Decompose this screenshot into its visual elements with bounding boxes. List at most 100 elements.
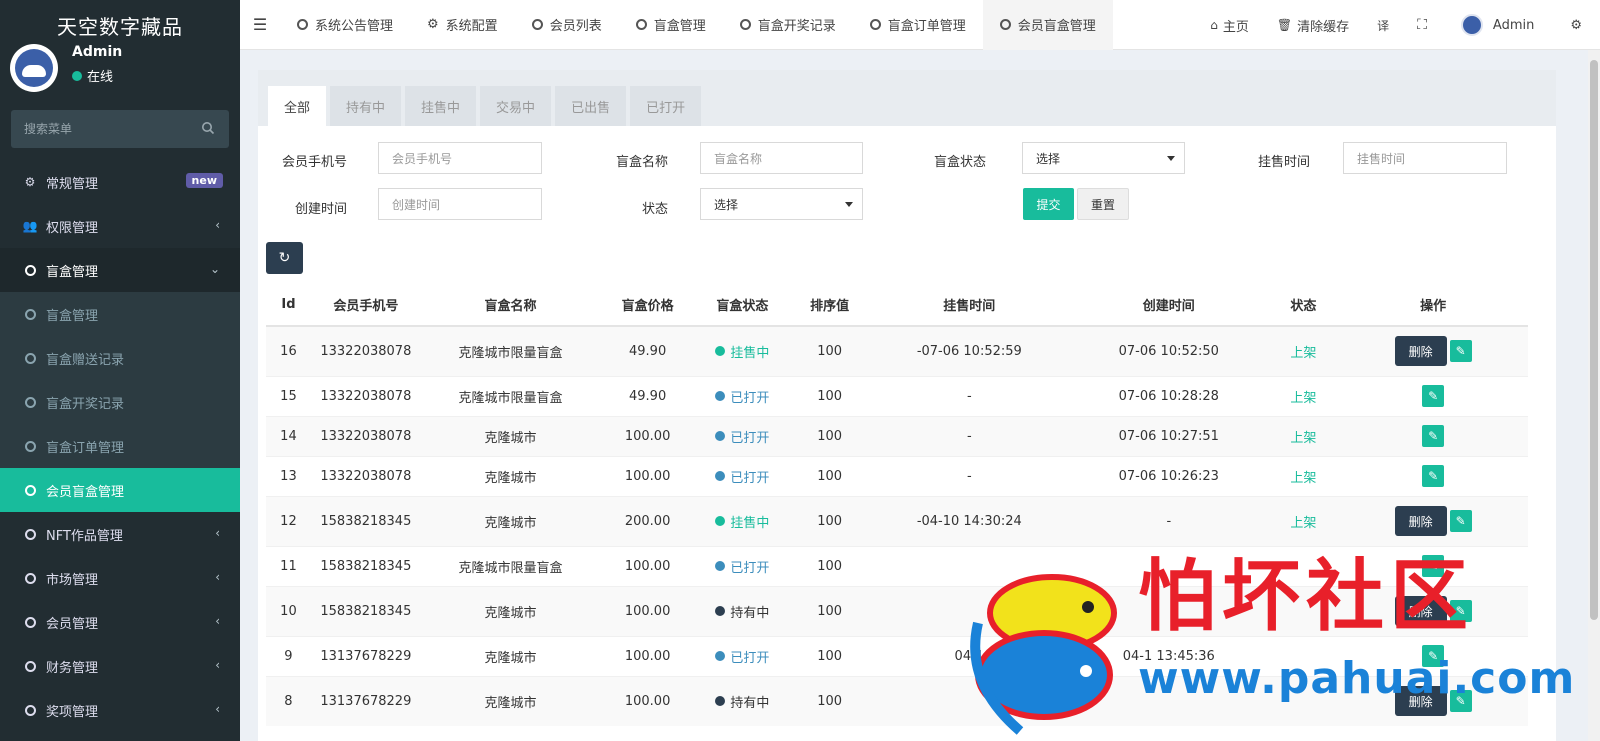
cell-status: 已打开 [695,635,790,676]
refresh-button[interactable]: ↻ [266,242,303,274]
menu-toggle-icon[interactable]: ☰ [240,0,280,50]
edit-button[interactable]: ✎ [1449,690,1472,713]
top-tab[interactable]: 盲盒订单管理 [853,0,983,50]
brand-logo[interactable]: 天空数字藏品 [0,0,240,50]
cell-sale-time: - [869,375,1070,416]
main-content: 全部 持有中 挂售中 交易中 已出售 已打开 会员手机号 会员手机号 盲盒名称 盲盒名称 … [258,70,1556,741]
sale-time-input[interactable]: 挂售时间 [1343,142,1507,174]
filter-tab[interactable]: 挂售中 [405,86,477,126]
sidebar-item[interactable]: NFT作品管理 ‹ [0,512,240,556]
cell-sale-time: - [869,455,1070,496]
cell-name: 克隆城市 [420,585,601,636]
scrollbar[interactable] [1588,50,1600,741]
edit-button[interactable]: ✎ [1449,510,1472,532]
sidebar-item[interactable]: 会员盲盒管理 [0,468,240,512]
cell-actions: ✎ [1338,415,1528,456]
submit-button[interactable]: 提交 [1023,188,1074,220]
cell-id: 11 [266,545,311,586]
user-panel: Admin 在线 [0,44,240,110]
sidebar-item[interactable]: 盲盒赠送记录 [0,336,240,380]
sidebar-item[interactable]: 盲盒开奖记录 [0,380,240,424]
translate-icon: 译 [1377,18,1390,33]
edit-button[interactable]: ✎ [1449,340,1472,363]
edit-button[interactable]: ✎ [1422,425,1445,447]
status-dot-icon [715,391,726,401]
delete-button[interactable]: 删除 [1394,686,1447,717]
top-navbar: ☰ 系统公告管理 ⚙ 系统配置 会员列表 盲盒管理 盲盒开奖记录 盲盒订单管理 会员盲盒管理 … [240,0,1600,50]
delete-button[interactable]: 删除 [1394,336,1447,367]
table-header: Id 会员手机号 盲盒名称 盲盒价格 盲盒状态 排序值 挂售时间 创建时间 状态 操作 [266,284,1528,327]
top-tab-label: 系统公告管理 [315,19,394,34]
status-dot-icon [715,471,726,481]
sidebar-item-label: 市场管理 [46,572,99,588]
filter-tab[interactable]: 全部 [268,86,327,126]
cell-price: 100.00 [600,545,696,586]
sidebar-item[interactable]: 盲盒管理 ⌄ [0,248,240,292]
cell-sort: 100 [789,585,870,636]
edit-button[interactable]: ✎ [1422,465,1445,487]
cell-price: 100.00 [600,675,696,726]
cell-name: 克隆城市限量盲盒 [420,545,601,586]
cell-actions: ✎ [1338,375,1528,416]
edit-button[interactable]: ✎ [1422,385,1445,407]
sidebar-search-input[interactable] [11,110,229,148]
sidebar-item[interactable]: 会员管理 ‹ [0,600,240,644]
status-select[interactable]: 选择 [700,188,863,220]
cell-name: 克隆城市限量盲盒 [420,325,601,376]
top-tab[interactable]: 盲盒开奖记录 [723,0,853,50]
delete-button[interactable]: 删除 [1394,506,1447,536]
sidebar-item[interactable]: 市场管理 ‹ [0,556,240,600]
chevron-left-icon: ‹ [215,658,220,672]
reset-button[interactable]: 重置 [1077,188,1129,220]
sidebar-item[interactable]: 财务管理 ‹ [0,644,240,688]
filter-tab[interactable]: 已打开 [630,86,702,126]
search-icon[interactable] [201,121,215,135]
filter-tab[interactable]: 交易中 [480,86,552,126]
table-row: 10 15838218345 克隆城市 100.00 持有中 100 删除 ✎ [266,585,1528,636]
sidebar-item[interactable]: 盲盒管理 [0,292,240,336]
edit-button[interactable]: ✎ [1422,645,1445,667]
scrollbar-thumb[interactable] [1590,60,1598,620]
admin-menu[interactable]: Admin [1441,0,1556,50]
panel: 全部 持有中 挂售中 交易中 已出售 已打开 会员手机号 会员手机号 盲盒名称 盲盒名称 … [258,70,1556,741]
filter-tabs: 全部 持有中 挂售中 交易中 已出售 已打开 [258,70,1556,126]
sidebar-item[interactable]: 盲盒订单管理 [0,424,240,468]
top-tab[interactable]: 会员列表 [515,0,619,50]
clear-cache-button[interactable]: 🗑 清除缓存 [1263,0,1363,50]
column-header: 盲盒状态 [695,284,790,327]
cell-phone: 13322038078 [310,375,421,416]
circle-icon [22,438,38,454]
sidebar-item[interactable]: 👥 权限管理 ‹ [0,204,240,248]
status-badge: 挂售中 [715,512,769,531]
settings-button[interactable]: ⚙ [1556,0,1600,50]
circle-icon [739,19,751,30]
top-tab[interactable]: 会员盲盒管理 [982,0,1113,50]
fullscreen-button[interactable]: ⛶ [1403,0,1441,50]
top-tab[interactable]: 盲盒管理 [619,0,723,50]
translate-button[interactable]: 译 [1363,0,1403,50]
action-buttons: ✎ [1422,385,1445,407]
sidebar-search [11,110,229,148]
sidebar-item[interactable]: 奖项管理 ‹ [0,688,240,732]
sidebar-item[interactable]: ⚙ 常规管理 new [0,160,240,204]
filter-tab[interactable]: 持有中 [330,86,402,126]
cell-state: 上架 [1268,325,1339,376]
edit-button[interactable]: ✎ [1449,600,1472,622]
edit-button[interactable]: ✎ [1422,555,1445,577]
top-tab-label: 盲盒开奖记录 [757,19,836,34]
box-status-select[interactable]: 选择 [1022,142,1185,174]
status-badge: 已打开 [715,427,769,446]
cell-sort: 100 [789,415,870,456]
top-tab[interactable]: 系统公告管理 [280,0,410,50]
cell-create-time: - [1069,495,1269,546]
filter-tab[interactable]: 已出售 [555,86,627,126]
top-tab[interactable]: ⚙ 系统配置 [410,0,515,50]
create-time-input[interactable]: 创建时间 [378,188,542,220]
top-tabs: 系统公告管理 ⚙ 系统配置 会员列表 盲盒管理 盲盒开奖记录 盲盒订单管理 会员盲盒管理 [280,0,1113,50]
circle-icon [22,570,38,586]
users-icon: 👥 [22,219,38,233]
phone-input[interactable]: 会员手机号 [378,142,542,174]
home-link[interactable]: ⌂ 主页 [1196,0,1263,50]
box-name-input[interactable]: 盲盒名称 [700,142,863,174]
delete-button[interactable]: 删除 [1394,596,1447,626]
